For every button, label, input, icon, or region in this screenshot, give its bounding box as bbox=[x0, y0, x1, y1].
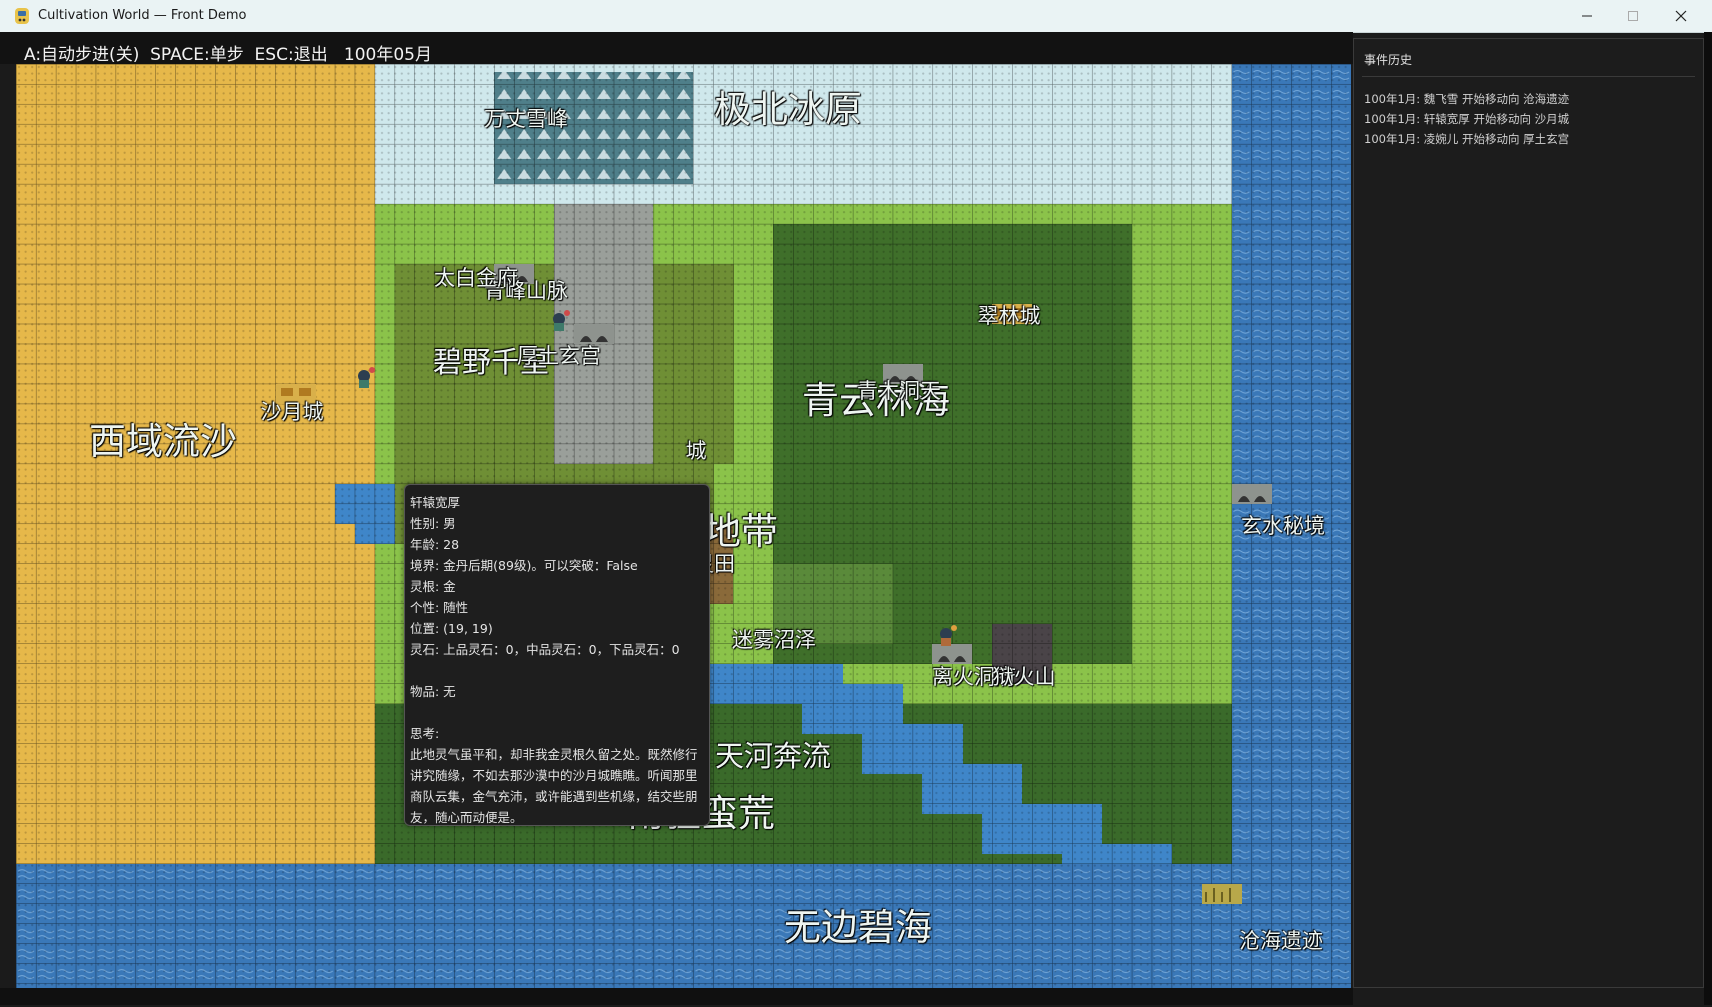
cave-icon[interactable] bbox=[574, 324, 614, 344]
window-title: Cultivation World — Front Demo bbox=[38, 8, 247, 23]
character-tooltip: 轩辕宽厚 性别: 男 年龄: 28 境界: 金丹后期(89级)。可以突破：Fal… bbox=[404, 484, 710, 826]
event-history-title: 事件历史 bbox=[1364, 53, 1413, 67]
character-items: 物品: 无 bbox=[410, 684, 456, 699]
character-root: 灵根: 金 bbox=[410, 579, 456, 594]
hud-controls-text: A:自动步进(关) SPACE:单步 ESC:退出 100年05月 bbox=[24, 45, 432, 65]
close-icon bbox=[1675, 10, 1687, 22]
close-button[interactable] bbox=[1658, 0, 1704, 32]
event-history-panel: 事件历史 100年1月: 魏飞雪 开始移动向 沧海遗迹 100年1月: 轩辕宽厚… bbox=[1353, 38, 1704, 988]
ruins-icon[interactable] bbox=[1202, 884, 1242, 904]
window-titlebar: Cultivation World — Front Demo bbox=[0, 0, 1712, 33]
maximize-icon bbox=[1628, 11, 1638, 21]
event-item: 100年1月: 凌婉儿 开始移动向 厚土玄宫 bbox=[1364, 132, 1570, 146]
minimize-icon bbox=[1582, 15, 1592, 17]
city-icon[interactable] bbox=[276, 384, 316, 404]
character-thinking: 此地灵气虽平和，却非我金灵根久留之处。既然修行讲究随缘，不如去那沙漠中的沙月城瞧… bbox=[410, 747, 698, 825]
cave-icon[interactable] bbox=[494, 264, 534, 284]
event-item: 100年1月: 轩辕宽厚 开始移动向 沙月城 bbox=[1364, 112, 1570, 126]
minimize-button[interactable] bbox=[1564, 0, 1610, 32]
cave-icon[interactable] bbox=[932, 644, 972, 664]
python-app-icon bbox=[15, 8, 29, 24]
character-realm: 境界: 金丹后期(89级)。可以突破：False bbox=[410, 558, 638, 573]
cave-icon[interactable] bbox=[1232, 484, 1272, 504]
character-age: 年龄: 28 bbox=[410, 537, 460, 552]
character-position: 位置: (19, 19) bbox=[410, 621, 493, 636]
character-gender: 性别: 男 bbox=[410, 516, 456, 531]
character-name: 轩辕宽厚 bbox=[410, 495, 461, 510]
background-window-edge bbox=[1704, 32, 1712, 1005]
world-map[interactable]: 极北冰原 万丈雪峰 西域流沙 碧野千里 青峰山脉 青云林海 平原地带 迷雾沼泽 … bbox=[16, 64, 1351, 1003]
character-personality: 个性: 随性 bbox=[410, 600, 469, 615]
hud-bar: A:自动步进(关) SPACE:单步 ESC:退出 100年05月 bbox=[0, 32, 1353, 65]
event-item: 100年1月: 魏飞雪 开始移动向 沧海遗迹 bbox=[1364, 92, 1570, 106]
bottom-strip bbox=[0, 988, 1353, 1005]
character-stones: 灵石: 上品灵石：0，中品灵石：0，下品灵石：0 bbox=[410, 642, 680, 657]
city-icon[interactable] bbox=[992, 304, 1032, 324]
cave-icon[interactable] bbox=[883, 364, 923, 384]
thinking-label: 思考: bbox=[410, 726, 440, 741]
maximize-button[interactable] bbox=[1610, 0, 1656, 32]
panel-divider bbox=[1362, 76, 1695, 77]
